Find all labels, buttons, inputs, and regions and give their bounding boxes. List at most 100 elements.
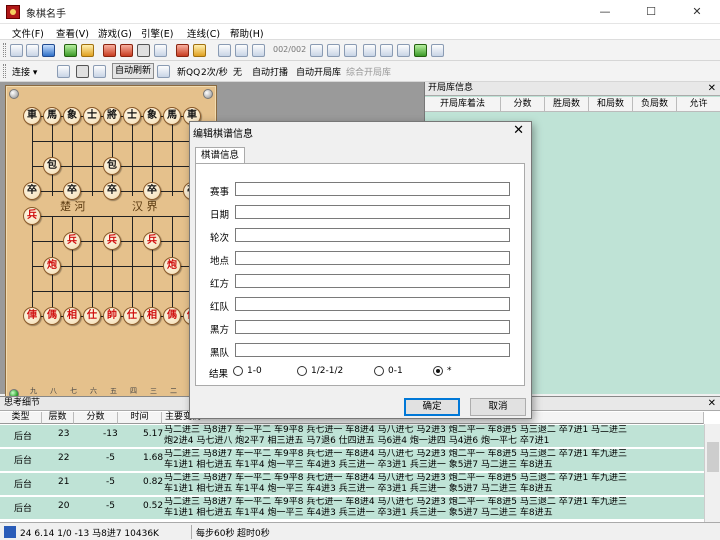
monitor-icon[interactable] — [137, 44, 150, 57]
print-icon[interactable] — [431, 44, 444, 57]
black-general[interactable]: 將 — [103, 107, 121, 125]
prev-move-icon[interactable] — [252, 44, 265, 57]
black-team-field[interactable] — [235, 343, 510, 357]
black-advisor[interactable]: 士 — [123, 107, 141, 125]
result-radio-red-win[interactable] — [233, 366, 243, 376]
red-soldier[interactable]: 兵 — [143, 232, 161, 250]
black-elephant[interactable]: 象 — [63, 107, 81, 125]
red-soldier[interactable]: 兵 — [23, 207, 41, 225]
last-move-icon[interactable] — [344, 44, 357, 57]
col-score[interactable]: 分数 — [501, 97, 545, 112]
black-horse[interactable]: 馬 — [43, 107, 61, 125]
red-chariot[interactable]: 俥 — [23, 307, 41, 325]
close-window-button[interactable]: ✕ — [674, 0, 720, 24]
save-icon[interactable] — [42, 44, 55, 57]
red-team-field[interactable] — [235, 297, 510, 311]
auto-play-button[interactable]: 自动打播 — [252, 65, 288, 78]
next-move-icon[interactable] — [310, 44, 323, 57]
event-field[interactable] — [235, 182, 510, 196]
red-horse[interactable]: 傌 — [43, 307, 61, 325]
copy-icon[interactable] — [157, 65, 170, 78]
black-soldier[interactable]: 卒 — [63, 182, 81, 200]
zoom-icon[interactable] — [93, 65, 106, 78]
minimize-button[interactable]: — — [582, 0, 628, 24]
col-depth[interactable]: 层数 — [42, 412, 74, 424]
table-row[interactable]: 后台 22 -5 1.68 马二进三 马8进7 车一平二 车9平8 兵七进一 车… — [0, 449, 704, 472]
red-soldier[interactable]: 兵 — [103, 232, 121, 250]
date-field[interactable] — [235, 205, 510, 219]
table-row[interactable]: 后台 21 -5 0.82 马二进三 马8进7 车一平二 车9平8 兵七进一 车… — [0, 473, 704, 496]
result-radio-unknown[interactable] — [433, 366, 443, 376]
undo-icon[interactable] — [193, 44, 206, 57]
paste-icon[interactable] — [397, 44, 410, 57]
close-icon[interactable]: ✕ — [708, 397, 716, 410]
scroll-thumb[interactable] — [707, 442, 719, 472]
black-soldier[interactable]: 卒 — [103, 182, 121, 200]
auto-refresh-button[interactable]: 自动刷新 — [112, 63, 155, 79]
combined-open-book-button[interactable]: 综合开局库 — [346, 65, 391, 78]
site-field[interactable] — [235, 251, 510, 265]
tools-icon[interactable] — [363, 44, 376, 57]
new-qq-button[interactable]: 新QQ — [177, 65, 200, 78]
toolbar-grip[interactable] — [3, 43, 6, 57]
home-icon[interactable] — [414, 44, 427, 57]
col-type[interactable]: 类型 — [0, 412, 42, 424]
col-opening-move[interactable]: 开局库着法 — [425, 97, 501, 112]
stop-icon[interactable] — [176, 44, 189, 57]
new-file-icon[interactable] — [10, 44, 23, 57]
vertical-scrollbar[interactable] — [704, 424, 720, 523]
black-elephant[interactable]: 象 — [143, 107, 161, 125]
tab-game-info[interactable]: 棋谱信息 — [195, 147, 245, 164]
analysis-icon[interactable] — [76, 65, 89, 78]
black-soldier[interactable]: 卒 — [23, 182, 41, 200]
find-icon[interactable] — [154, 44, 167, 57]
red-cannon[interactable]: 炮 — [163, 257, 181, 275]
close-icon[interactable]: ✕ — [513, 123, 524, 138]
puzzle-icon[interactable] — [64, 44, 77, 57]
result-radio-black-win[interactable] — [374, 366, 384, 376]
black-soldier[interactable]: 卒 — [143, 182, 161, 200]
auto-open-book-button[interactable]: 自动开局库 — [296, 65, 341, 78]
menu-connect[interactable]: 连线(C) — [187, 26, 220, 40]
black-chariot[interactable]: 車 — [23, 107, 41, 125]
col-time[interactable]: 时间 — [118, 412, 162, 424]
black-cannon[interactable]: 包 — [103, 157, 121, 175]
red-advisor[interactable]: 仕 — [123, 307, 141, 325]
cancel-button[interactable]: 取消 — [470, 398, 526, 416]
red-horse[interactable]: 傌 — [163, 307, 181, 325]
first-move-icon[interactable] — [218, 44, 231, 57]
black-horse[interactable]: 馬 — [163, 107, 181, 125]
col-wins[interactable]: 胜局数 — [545, 97, 589, 112]
connect-button[interactable]: 连接 ▾ — [12, 65, 37, 78]
open-file-icon[interactable] — [26, 44, 39, 57]
red-general[interactable]: 帥 — [103, 307, 121, 325]
red-elephant[interactable]: 相 — [143, 307, 161, 325]
rate-button[interactable]: 2次/秒 — [201, 65, 228, 78]
red-side-icon[interactable] — [103, 44, 116, 57]
ok-button[interactable]: 确定 — [404, 398, 460, 416]
fast-back-icon[interactable] — [235, 44, 248, 57]
black-player-field[interactable] — [235, 320, 510, 334]
close-icon[interactable]: ✕ — [708, 82, 716, 95]
clock-icon[interactable] — [81, 44, 94, 57]
red-advisor[interactable]: 仕 — [83, 307, 101, 325]
col-score[interactable]: 分数 — [74, 412, 118, 424]
maximize-button[interactable]: ☐ — [628, 0, 674, 24]
menu-file[interactable]: 文件(F) — [12, 26, 44, 40]
settings-icon[interactable] — [57, 65, 70, 78]
menu-engine[interactable]: 引擎(E) — [141, 26, 173, 40]
col-allow[interactable]: 允许 — [677, 97, 720, 112]
none-button[interactable]: 无 — [233, 65, 242, 78]
round-field[interactable] — [235, 228, 510, 242]
red-soldier[interactable]: 兵 — [63, 232, 81, 250]
table-row[interactable]: 后台 20 -5 0.52 马二进三 马8进7 车一平二 车9平8 兵七进一 车… — [0, 497, 704, 520]
result-radio-draw[interactable] — [297, 366, 307, 376]
menu-game[interactable]: 游戏(G) — [98, 26, 132, 40]
col-losses[interactable]: 负局数 — [633, 97, 677, 112]
table-row[interactable]: 后台 23 -13 5.17 马二进三 马8进7 车一平二 车9平8 兵七进一 … — [0, 425, 704, 448]
flag-icon[interactable] — [120, 44, 133, 57]
black-advisor[interactable]: 士 — [83, 107, 101, 125]
menu-view[interactable]: 查看(V) — [56, 26, 89, 40]
col-draws[interactable]: 和局数 — [589, 97, 633, 112]
fast-forward-icon[interactable] — [327, 44, 340, 57]
